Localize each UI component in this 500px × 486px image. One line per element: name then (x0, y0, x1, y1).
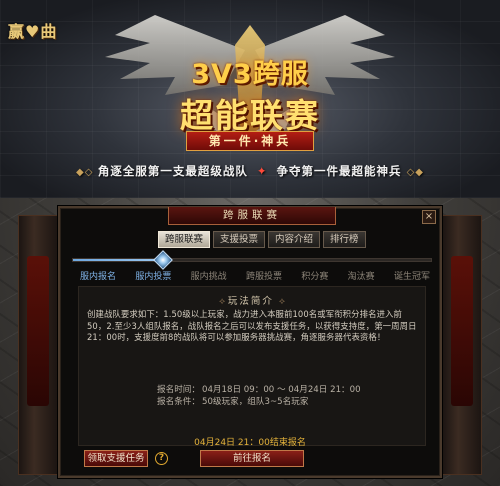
stage-signup: 服内报名 (80, 272, 117, 282)
ornament-icon: ◇◆ (406, 167, 424, 178)
tagline-right: 争夺第一件最超能神兵 (276, 164, 402, 178)
tab-support-vote[interactable]: 支援投票 (213, 231, 266, 248)
rules-description: 创建战队要求如下：1.50级以上玩家，战力进入本服前100名或军衔积分排名进入前… (87, 309, 417, 342)
event-tagline: ◆◇ 角逐全服第一支最超级战队 ✦ 争夺第一件最超能神兵 ◇◆ (0, 163, 500, 179)
tab-content-intro[interactable]: 内容介绍 (268, 231, 321, 248)
event-ribbon: 第一件·神兵 (186, 131, 314, 151)
action-bar: 领取支援任务 ? 前往报名 (60, 450, 440, 470)
stage-list: 服内报名 服内投票 服内挑战 跨服投票 积分赛 淘汰赛 诞生冠军 (80, 269, 430, 282)
ornament-icon: ⟡ (278, 297, 285, 307)
tab-leaderboard[interactable]: 排行榜 (323, 231, 366, 248)
event-title: 3V3跨服 超能联赛 (0, 52, 500, 137)
help-icon[interactable]: ? (155, 452, 168, 465)
tagline-left: 角逐全服第一支最超级战队 (97, 164, 248, 178)
event-title-line1: 3V3跨服 (191, 59, 309, 90)
stage-progress-bar (72, 250, 432, 270)
panel-title: 跨服联赛 (168, 207, 336, 225)
stage-progress-marker (152, 250, 173, 270)
stage-cross-server-vote: 跨服投票 (245, 272, 282, 282)
right-pillar-decoration (442, 215, 482, 475)
stage-server-vote: 服内投票 (135, 272, 172, 282)
signup-condition-value: 50级玩家，组队3~5名玩家 (202, 396, 309, 407)
close-button[interactable]: × (422, 210, 436, 224)
cross-server-league-panel: 跨服联赛 × 跨服联赛 支援投票 内容介绍 排行榜 服内报名 服内投票 服内挑战… (58, 206, 442, 478)
claim-support-task-button[interactable]: 领取支援任务 (84, 450, 148, 467)
stage-champion: 诞生冠军 (393, 272, 430, 282)
stage-progress-fill (73, 259, 163, 261)
signup-condition-label: 报名条件： (157, 396, 200, 407)
go-register-button[interactable]: 前往报名 (200, 450, 304, 467)
ornament-icon: ⟡ (219, 297, 228, 307)
game-logo: 赢♥曲 (8, 22, 58, 41)
signup-info: 报名时间： 04月18日 09：00 ～ 04月24日 21：00 报名条件： … (157, 385, 361, 408)
stage-points-match: 积分赛 (301, 272, 329, 282)
ornament-icon: ◆◇ (76, 167, 98, 178)
tagline-separator: ✦ (256, 164, 268, 178)
event-title-line2: 超能联赛 (180, 96, 320, 135)
signup-deadline: 04月24日 21：00结束报名 (194, 438, 306, 448)
rules-heading: ⟡ 玩法简介 ⟡ (79, 293, 425, 307)
panel-tabs: 跨服联赛 支援投票 内容介绍 排行榜 (158, 231, 366, 248)
stage-server-challenge: 服内挑战 (190, 272, 227, 282)
tab-cross-server-league[interactable]: 跨服联赛 (158, 231, 211, 248)
rules-title: 玩法简介 (227, 296, 274, 307)
stage-elimination: 淘汰赛 (347, 272, 375, 282)
event-banner: 赢♥曲 3V3跨服 超能联赛 第一件·神兵 ◆◇ 角逐全服第一支最超级战队 ✦ … (0, 0, 500, 198)
signup-time-label: 报名时间： (157, 385, 200, 395)
signup-time-value: 04月18日 09：00 ～ 04月24日 21：00 (202, 385, 361, 395)
left-pillar-decoration (18, 215, 58, 475)
rules-content-box: ⟡ 玩法简介 ⟡ 创建战队要求如下：1.50级以上玩家，战力进入本服前100名或… (78, 286, 426, 446)
